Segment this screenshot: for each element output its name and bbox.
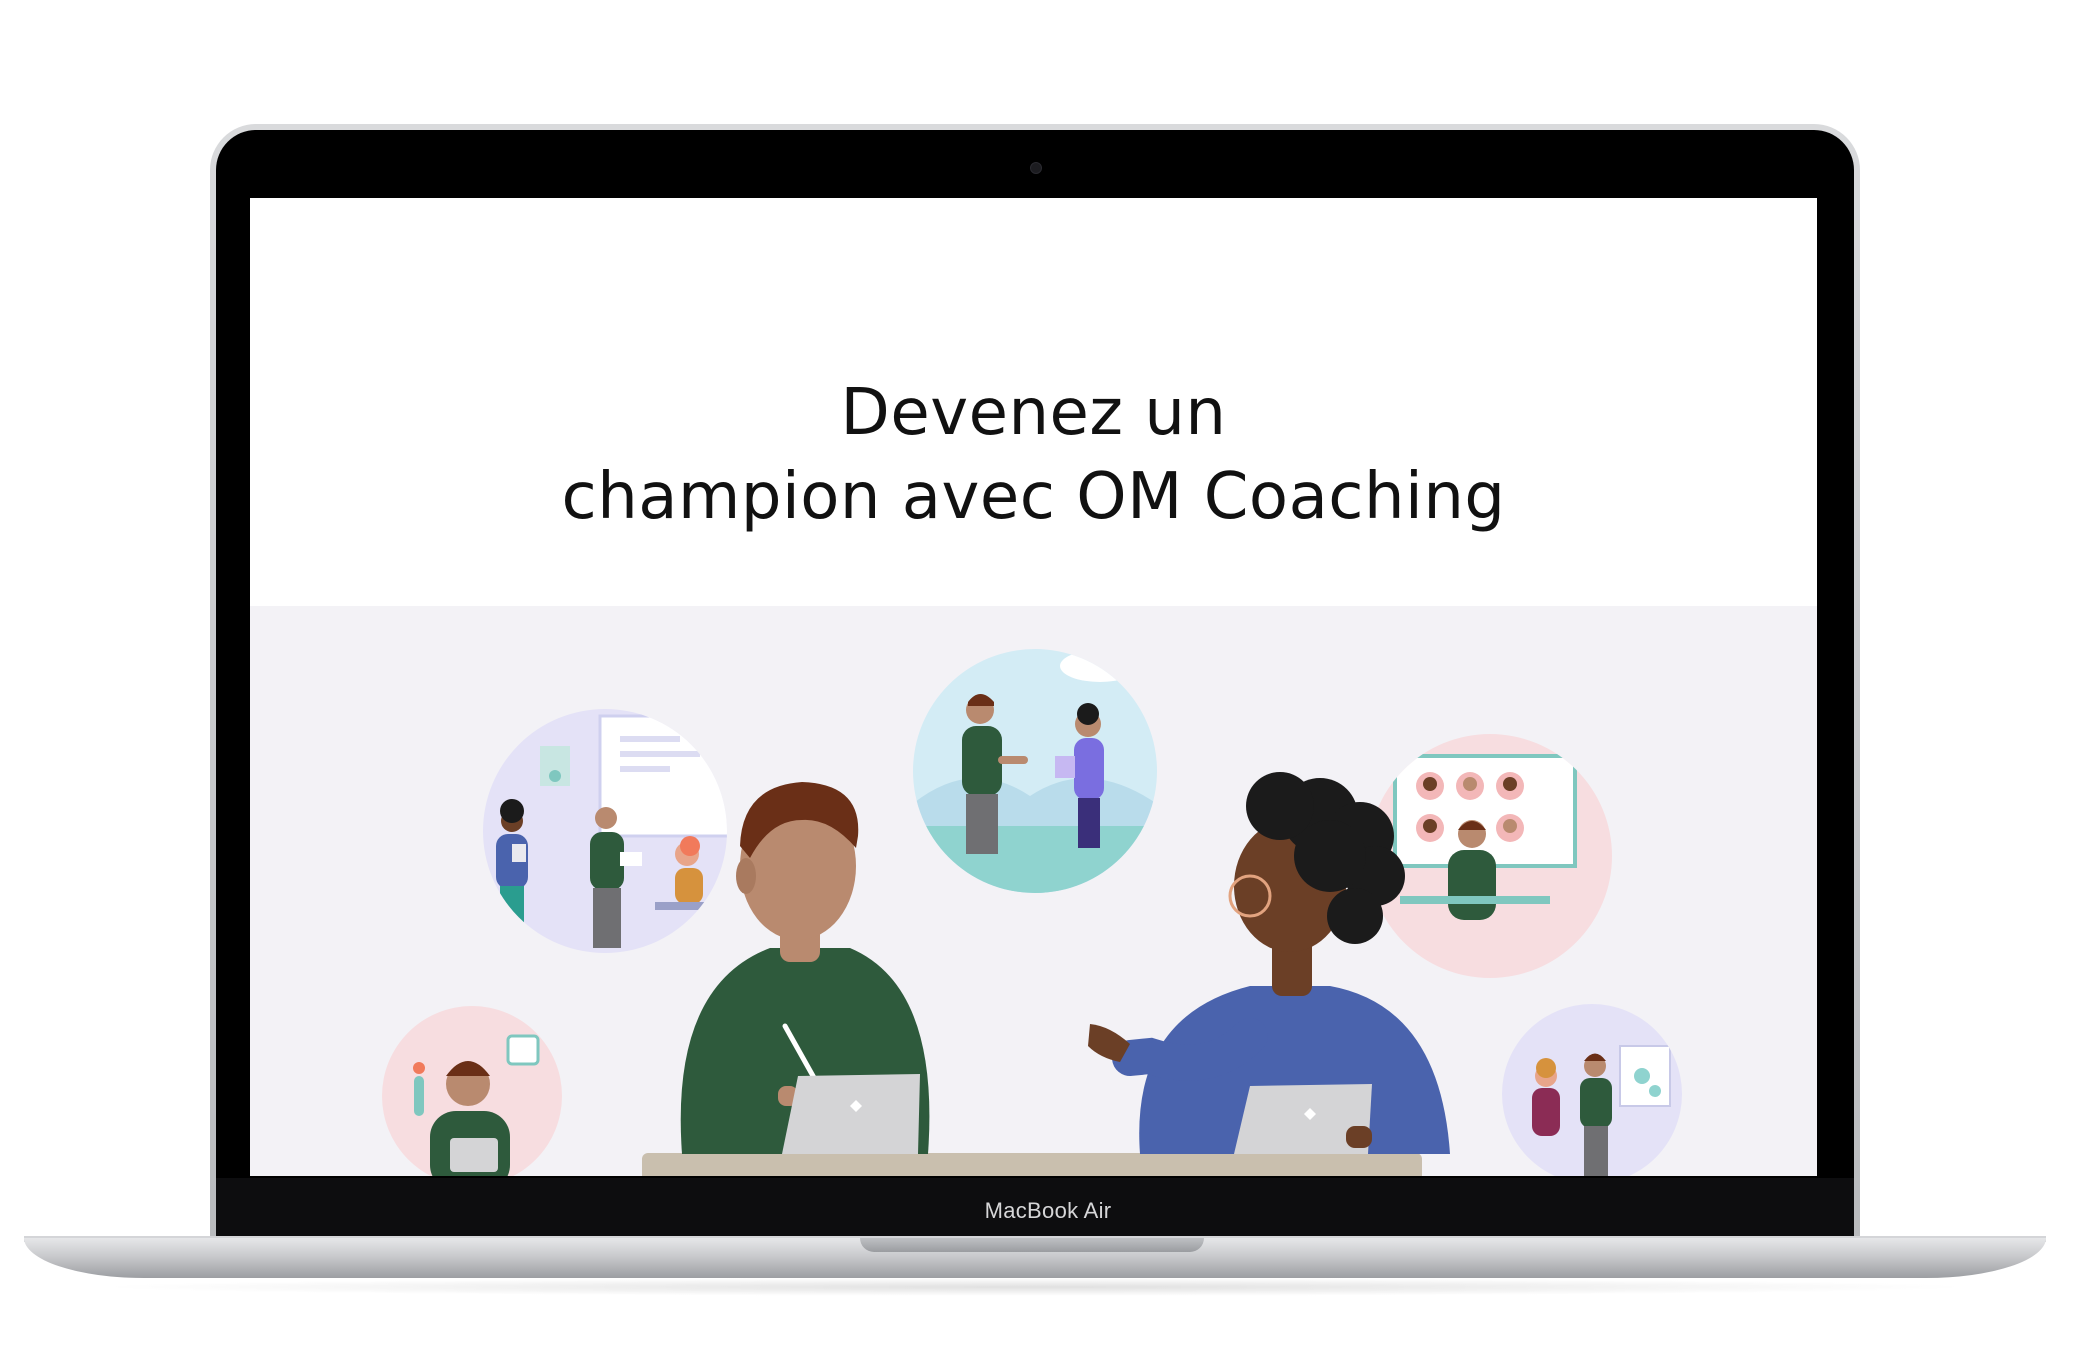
illustration-table — [642, 1153, 1422, 1176]
illustration-tablet-user-circle — [382, 1006, 562, 1176]
illustration-classroom-circle — [483, 709, 727, 953]
page-title-line-2: champion avec OM Coaching — [561, 459, 1506, 534]
device-label: MacBook Air — [984, 1198, 1112, 1223]
illustration-conversation-circle — [913, 649, 1157, 893]
laptop-shadow — [90, 1278, 1980, 1296]
illustration-svg — [382, 649, 1682, 1176]
page-title: Devenez un champion avec OM Coaching — [250, 371, 1817, 539]
coaching-illustration — [250, 606, 1817, 1176]
camera-icon — [1030, 162, 1042, 174]
illustration-presenter-circle — [1502, 1004, 1682, 1176]
hero-section: Devenez un champion avec OM Coaching — [250, 198, 1817, 606]
laptop-screen: Devenez un champion avec OM Coaching — [250, 198, 1817, 1176]
laptop-opening-notch — [860, 1238, 1204, 1252]
illustration-video-call-circle — [1368, 734, 1612, 978]
laptop-mockup: Devenez un champion avec OM Coaching Mac… — [0, 0, 2096, 1368]
page-title-line-1: Devenez un — [840, 375, 1227, 450]
